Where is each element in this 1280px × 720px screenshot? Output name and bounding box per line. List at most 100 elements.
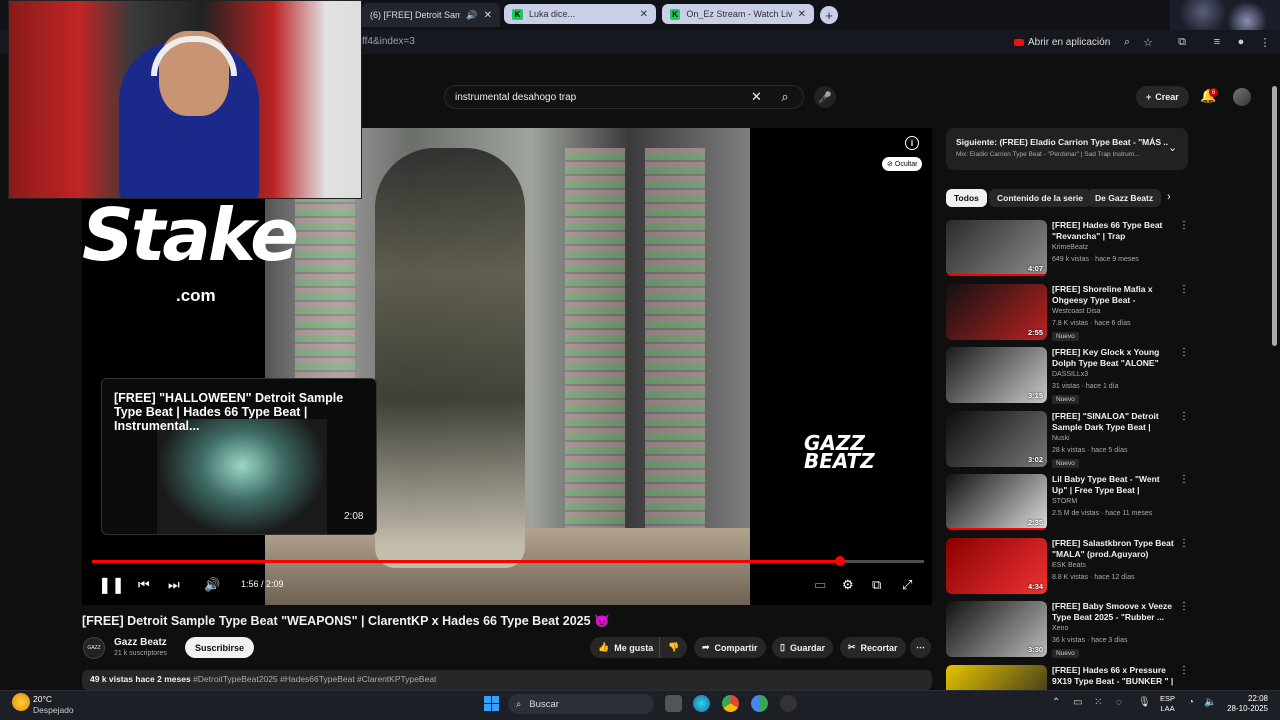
pause-button[interactable]: ❚❚ — [98, 576, 125, 594]
windows-start-icon[interactable] — [484, 696, 499, 711]
progress-bar[interactable] — [92, 556, 924, 566]
chip-all[interactable]: Todos — [946, 189, 987, 207]
more-options-icon[interactable]: ⋮ — [1179, 411, 1189, 422]
progress-scrubber[interactable] — [834, 556, 845, 566]
recommendation-item[interactable]: 4:07 [FREE] Hades 66 Type Beat "Revancha"… — [946, 220, 1189, 276]
miniplayer-icon[interactable]: ⧉ — [872, 576, 881, 594]
end-screen-card[interactable]: [FREE] "HALLOWEEN" Detroit Sample Type B… — [101, 378, 377, 535]
recommendation-title[interactable]: [FREE] Shoreline Mafia x Ohgeesy Type Be… — [1052, 284, 1176, 306]
tray-mic-icon[interactable]: 🎙 — [1138, 697, 1151, 708]
chrome-icon[interactable] — [722, 695, 739, 712]
close-tab-icon[interactable]: ✕ — [640, 9, 648, 20]
close-tab-icon[interactable]: ✕ — [798, 9, 806, 20]
more-options-icon[interactable]: ⋮ — [1179, 601, 1189, 612]
speaker-icon[interactable]: 🔈 — [1204, 697, 1216, 708]
chevron-down-icon[interactable]: ⌄ — [1168, 141, 1177, 154]
recommendation-title[interactable]: [FREE] Salastkbron Type Beat "MALA" (pro… — [1052, 538, 1176, 560]
recommendation-title[interactable]: [FREE] Baby Smoove x Veeze Type Beat 202… — [1052, 601, 1176, 623]
recommendation-thumbnail[interactable]: 4:07 — [946, 220, 1047, 276]
language-indicator[interactable]: ESP LAA — [1160, 694, 1175, 714]
tray-grid-icon[interactable]: ⁙ — [1094, 697, 1102, 708]
recommendation-thumbnail[interactable]: 2:35 — [946, 474, 1047, 530]
share-button[interactable]: ➦ Compartir — [694, 637, 766, 658]
system-clock[interactable]: 22:08 28-10-2025 — [1224, 694, 1268, 714]
page-scrollbar[interactable] — [1272, 86, 1277, 346]
more-options-icon[interactable]: ⋮ — [1179, 538, 1189, 549]
microphone-icon[interactable]: 🎤 — [814, 86, 836, 108]
search-input[interactable]: instrumental desahogo trap ✕ — [444, 85, 804, 109]
recommendation-item[interactable]: 4:34 [FREE] Salastkbron Type Beat "MALA" … — [946, 537, 1189, 594]
weather-sun-icon[interactable] — [12, 693, 30, 711]
recommendation-thumbnail[interactable]: 4:34 — [946, 537, 1047, 594]
tab-youtube[interactable]: (6) [FREE] Detroit Sample T 🔊 ✕ — [362, 3, 500, 27]
account-avatar[interactable] — [1233, 88, 1251, 106]
new-tab-button[interactable]: + — [820, 6, 838, 24]
wifi-icon[interactable]: ◔ — [1188, 697, 1194, 708]
recommendation-thumbnail[interactable]: 3:15 — [946, 347, 1047, 403]
create-button[interactable]: + Crear — [1136, 86, 1189, 108]
tray-chevron-icon[interactable]: ⌃ — [1052, 697, 1060, 708]
extensions-icon[interactable]: ⧉ — [1175, 35, 1189, 49]
recommendation-title[interactable]: [FREE] Key Glock x Young Dolph Type Beat… — [1052, 347, 1176, 369]
media-controls-icon[interactable]: ≡ — [1210, 35, 1224, 49]
recommendation-item[interactable]: 2:35 Lil Baby Type Beat - "Went Up" | Fre… — [946, 474, 1189, 530]
fullscreen-icon[interactable]: ⤢ — [902, 576, 912, 594]
volume-icon[interactable]: 🔊 — [204, 576, 220, 594]
recommendation-title[interactable]: [FREE] Hades 66 x Pressure 9X19 Type Bea… — [1052, 665, 1176, 687]
app-icon[interactable] — [780, 695, 797, 712]
browser-menu-icon[interactable]: ⋮ — [1258, 35, 1272, 49]
recommendation-title[interactable]: Lil Baby Type Beat - "Went Up" | Free Ty… — [1052, 474, 1176, 496]
search-icon[interactable]: ⌕ — [772, 86, 798, 108]
tray-network-icon[interactable]: ◌ — [1116, 697, 1122, 708]
subtitles-icon[interactable]: ▭ — [814, 576, 826, 594]
bookmark-star-icon[interactable]: ☆ — [1141, 35, 1155, 49]
more-actions-icon[interactable]: ⋯ — [910, 637, 931, 658]
recommendation-channel[interactable]: Westcoast Disa — [1052, 308, 1101, 315]
more-options-icon[interactable]: ⋮ — [1179, 347, 1189, 358]
info-icon[interactable]: i — [905, 136, 919, 150]
chrome-profile-icon[interactable] — [751, 695, 768, 712]
like-button[interactable]: 👍 Me gusta — [590, 637, 664, 658]
recommendation-title[interactable]: [FREE] Hades 66 Type Beat "Revancha" | T… — [1052, 220, 1176, 242]
previous-icon[interactable]: ⏮ — [138, 576, 150, 594]
more-options-icon[interactable]: ⋮ — [1179, 474, 1189, 485]
clip-button[interactable]: ✂ Recortar — [840, 637, 906, 658]
hide-button[interactable]: ⊘ Ocultar — [882, 157, 923, 171]
description-box[interactable]: 49 k vistas hace 2 meses #DetroitTypeBea… — [82, 670, 932, 690]
recommendation-item[interactable]: 3:02 [FREE] "SINALOA" Detroit Sample Dark… — [946, 410, 1189, 468]
recommendation-channel[interactable]: ESK Beats — [1052, 562, 1086, 569]
hashtags[interactable]: #DetroitTypeBeat2025 #Hades66TypeBeat #C… — [193, 674, 436, 684]
recommendation-thumbnail[interactable]: 3:30 — [946, 601, 1047, 657]
recommendation-item[interactable]: 2:55 [FREE] Shoreline Mafia x Ohgeesy Typ… — [946, 283, 1189, 341]
recommendation-channel[interactable]: STORM — [1052, 498, 1077, 505]
file-explorer-icon[interactable] — [665, 695, 682, 712]
channel-name[interactable]: Gazz Beatz — [114, 637, 167, 648]
recommendation-item[interactable]: 3:15 [FREE] Key Glock x Young Dolph Type … — [946, 347, 1189, 404]
up-next-panel[interactable]: Siguiente: (FREE) Eladio Carrion Type Be… — [946, 128, 1188, 170]
recommendation-thumbnail[interactable]: 2:55 — [946, 283, 1047, 340]
recommendation-channel[interactable]: KrimeBeatz — [1052, 244, 1088, 251]
more-options-icon[interactable]: ⋮ — [1179, 665, 1189, 676]
more-options-icon[interactable]: ⋮ — [1179, 220, 1189, 231]
tab-kick-2[interactable]: K On_Ez Stream - Watch Live on ✕ — [662, 4, 814, 24]
recommendation-channel[interactable]: Nuski — [1052, 435, 1070, 442]
recommendation-channel[interactable]: DASSILLx3 — [1052, 371, 1088, 378]
open-in-app-button[interactable]: Abrir en aplicación — [1014, 35, 1110, 49]
tray-app-icon[interactable]: ▭ — [1073, 697, 1082, 708]
url-text[interactable]: ff4&index=3 — [362, 36, 415, 47]
settings-gear-icon[interactable]: ⚙ — [842, 576, 854, 594]
recommendation-thumbnail[interactable]: 3:02 — [946, 410, 1047, 467]
edge-icon[interactable] — [693, 695, 710, 712]
chevron-right-icon[interactable]: › — [1167, 191, 1171, 203]
channel-avatar[interactable]: GAZZ — [83, 637, 105, 659]
subscribe-button[interactable]: Suscribirse — [185, 637, 255, 658]
recommendation-channel[interactable]: Xeno — [1052, 625, 1068, 632]
next-icon[interactable]: ⏭ — [168, 576, 180, 594]
recommendation-title[interactable]: [FREE] "SINALOA" Detroit Sample Dark Typ… — [1052, 411, 1176, 433]
dislike-button[interactable]: 👎 — [659, 637, 688, 658]
taskbar-search[interactable]: ⌕ Buscar — [508, 694, 654, 714]
close-tab-icon[interactable]: ✕ — [484, 10, 492, 21]
recommendation-item[interactable]: 3:30 [FREE] Baby Smoove x Veeze Type Beat… — [946, 601, 1189, 658]
profile-icon[interactable]: ● — [1234, 35, 1248, 49]
clear-search-icon[interactable]: ✕ — [751, 89, 762, 105]
